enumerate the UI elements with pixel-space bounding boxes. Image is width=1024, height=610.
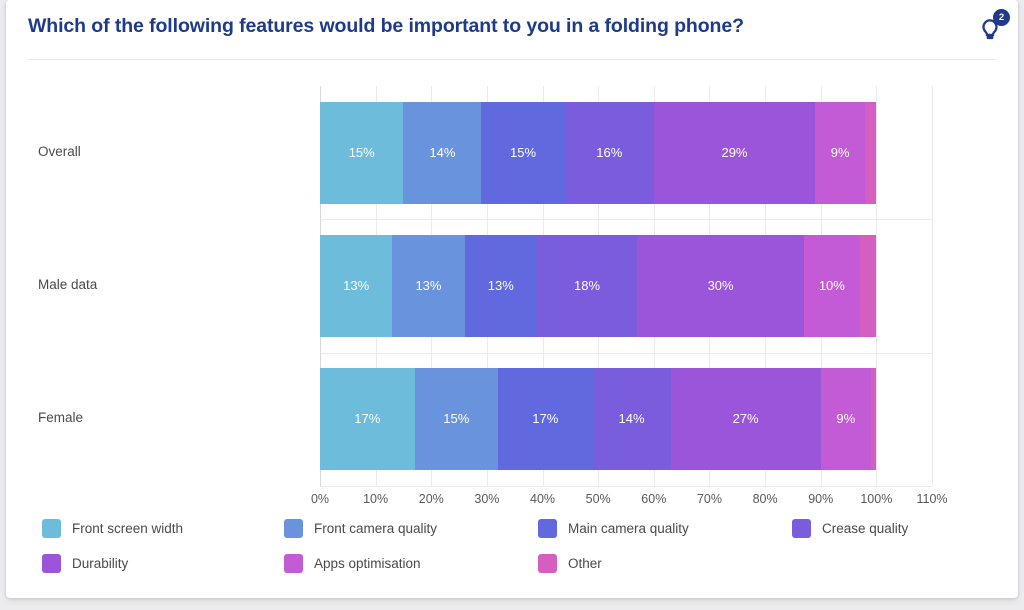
stacked-bar-chart: 15% 14% 15% 16% 29% 9% 13% 13% 13% 18% 30% 10% 17% 15… [6, 60, 1018, 510]
bar-segment[interactable]: 30% [637, 235, 805, 337]
legend-swatch [284, 519, 303, 538]
legend-label: Apps optimisation [314, 556, 421, 571]
bar-segment[interactable]: 29% [653, 101, 816, 204]
page-title: Which of the following features would be… [28, 15, 744, 37]
bar-segment[interactable]: 15% [320, 101, 404, 204]
bar-segment[interactable]: 17% [320, 368, 415, 471]
x-tick-label: 110% [916, 492, 948, 506]
x-tick-label: 50% [585, 492, 611, 506]
legend-label: Front screen width [72, 521, 184, 536]
legend-swatch [538, 554, 557, 573]
gridline-horizontal [320, 219, 932, 221]
bar-segment[interactable]: 18% [536, 235, 638, 337]
gridline-horizontal [320, 352, 932, 354]
legend-label: Crease quality [822, 521, 909, 536]
x-tick-label: 20% [418, 492, 444, 506]
legend-swatch [538, 519, 557, 538]
gridline-horizontal [320, 486, 932, 487]
card-header: Which of the following features would be… [6, 0, 1018, 60]
bar-segment[interactable] [865, 101, 877, 204]
bar-segment[interactable]: 15% [481, 101, 565, 204]
bar-segment[interactable]: 16% [564, 101, 654, 204]
x-tick-label: 60% [641, 492, 667, 506]
bar-segment[interactable]: 9% [815, 101, 866, 204]
chart-legend: Front screen width Front camera quality Ma… [6, 508, 1018, 588]
x-tick-label: 90% [808, 492, 834, 506]
bar-segment[interactable]: 9% [820, 368, 871, 471]
x-tick-label: 30% [474, 492, 500, 506]
category-label: Female [38, 410, 84, 426]
bar-segment[interactable]: 13% [392, 235, 465, 337]
bar-row: 13% 13% 13% 18% 30% 10% [320, 235, 932, 337]
legend-label: Other [568, 556, 602, 571]
bar-segment[interactable]: 14% [592, 368, 671, 471]
x-tick-label: 100% [860, 492, 893, 506]
bar-segment[interactable]: 13% [320, 235, 393, 337]
legend-swatch [284, 554, 303, 573]
x-tick-label: 40% [530, 492, 556, 506]
x-tick-label: 80% [752, 492, 778, 506]
gridline [932, 86, 933, 486]
legend-label: Durability [72, 556, 129, 571]
x-tick-label: 10% [363, 492, 389, 506]
legend-swatch [42, 554, 61, 573]
bar-segment[interactable] [859, 235, 877, 337]
chart-card: Which of the following features would be… [6, 0, 1018, 598]
category-label: Overall [38, 143, 81, 159]
bar-row: 17% 15% 17% 14% 27% 9% [320, 368, 932, 471]
legend-swatch [792, 519, 811, 538]
bar-segment[interactable]: 10% [804, 235, 860, 337]
x-tick-label: 70% [696, 492, 722, 506]
bar-segment[interactable]: 17% [498, 368, 593, 471]
bar-segment[interactable]: 27% [670, 368, 821, 471]
insights-badge: 2 [993, 9, 1010, 26]
insights-button[interactable]: 2 [974, 8, 1014, 48]
legend-label: Main camera quality [568, 521, 689, 536]
x-tick-label: 0% [310, 492, 330, 506]
legend-label: Front camera quality [314, 521, 438, 536]
legend-swatch [42, 519, 61, 538]
bar-segment[interactable]: 13% [464, 235, 537, 337]
bar-segment[interactable] [870, 368, 877, 471]
bar-row: 15% 14% 15% 16% 29% 9% [320, 101, 932, 204]
plot-area: 15% 14% 15% 16% 29% 9% 13% 13% 13% 18% 30% 10% 17% 15… [320, 86, 933, 487]
category-label: Male data [38, 277, 98, 292]
bar-segment[interactable]: 15% [414, 368, 499, 471]
bar-segment[interactable]: 14% [403, 101, 482, 204]
